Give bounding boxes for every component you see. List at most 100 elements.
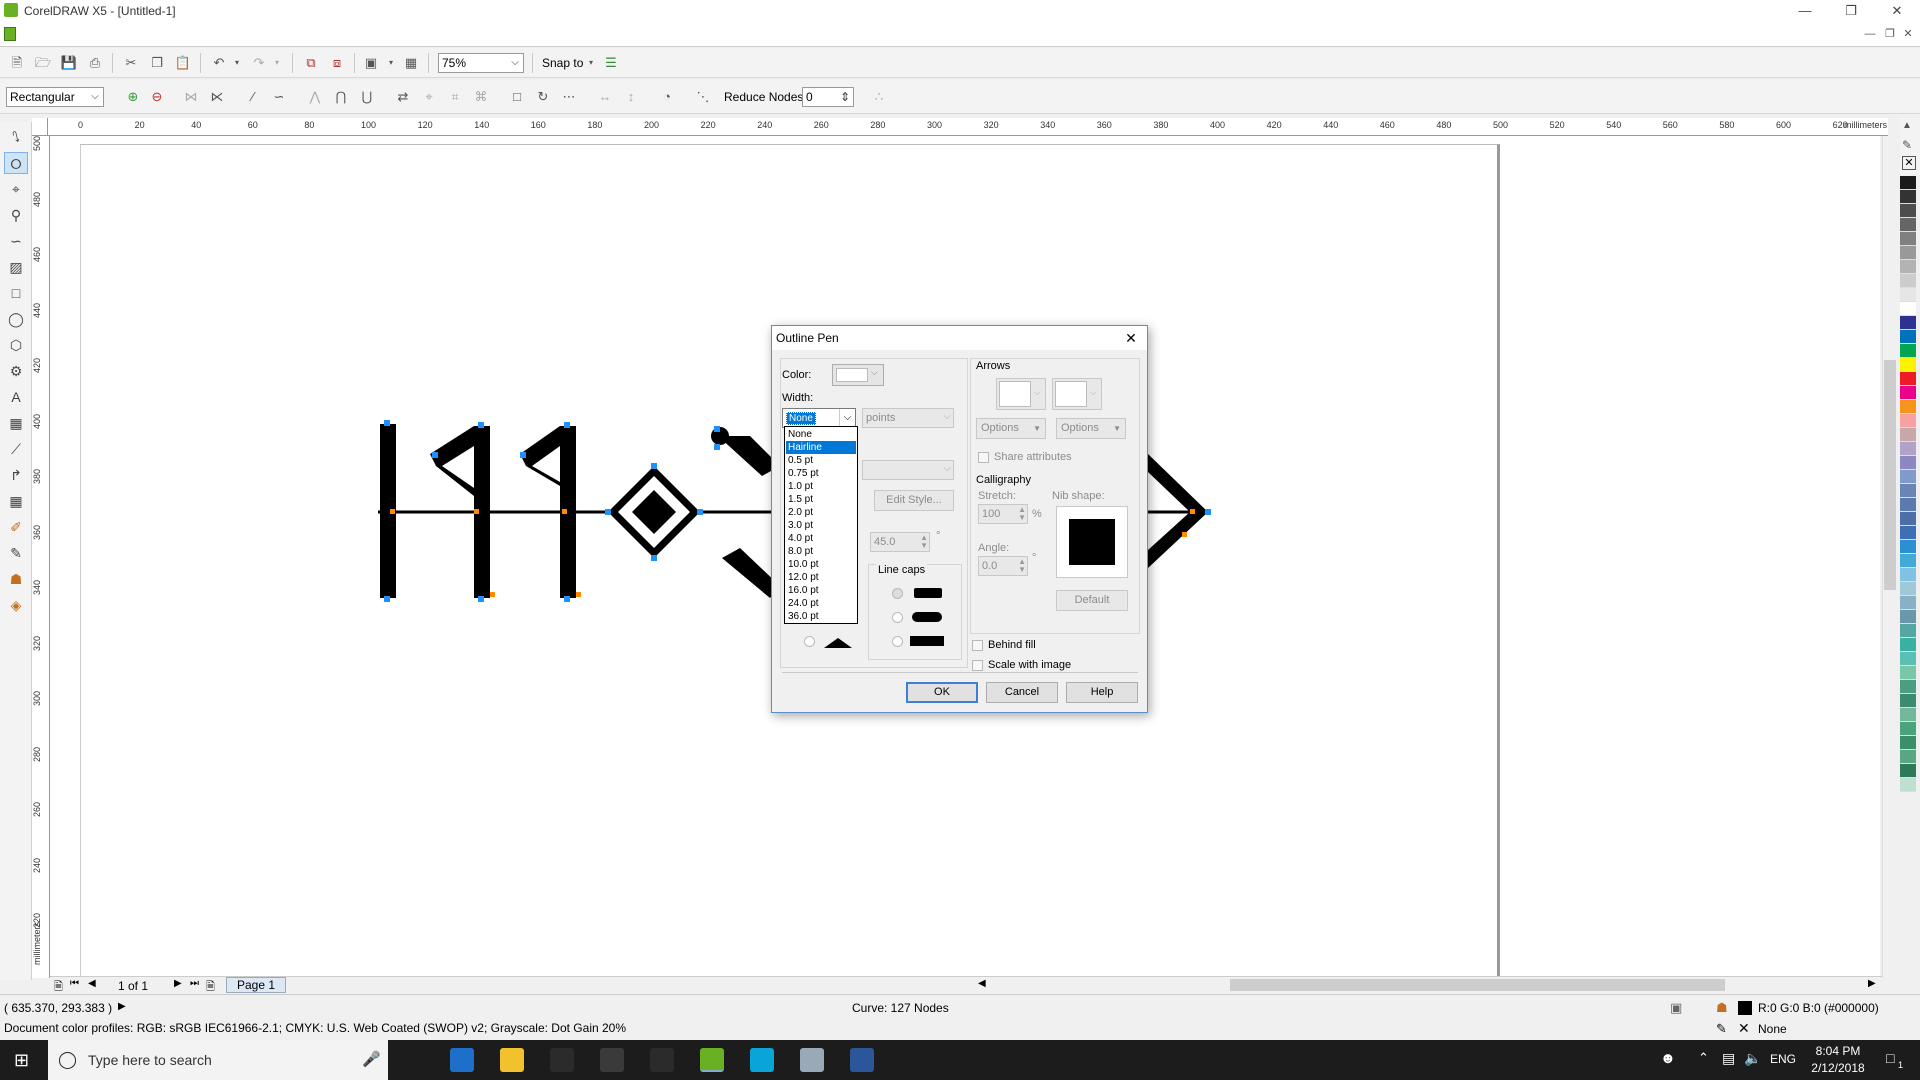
color-picker-button[interactable]: ⌵ (832, 364, 884, 386)
color-swatch[interactable] (1900, 680, 1916, 694)
outline-pen-icon[interactable]: ✎ (1716, 1021, 1727, 1037)
stepper-icon[interactable]: ▲ ▼ (920, 534, 928, 550)
color-swatch[interactable] (1900, 372, 1916, 386)
line-cap-extended-radio[interactable] (892, 636, 903, 647)
extract-subpath-icon[interactable]: ⌗ (444, 86, 466, 108)
color-swatch[interactable] (1900, 736, 1916, 750)
close-curve-icon[interactable]: ⌘ (470, 86, 492, 108)
task-view-icon[interactable] (400, 1048, 424, 1072)
width-option[interactable]: Hairline (786, 441, 856, 454)
launcher-dropdown-icon[interactable]: ▾ (380, 52, 402, 74)
width-select[interactable]: None ⌵ (782, 408, 856, 428)
cancel-button[interactable]: Cancel (986, 682, 1058, 703)
table-tool-icon[interactable]: ▦ (4, 412, 28, 434)
fill-bucket-icon[interactable]: ☗ (1716, 1000, 1728, 1016)
prev-page-icon[interactable]: ◀ (88, 978, 96, 989)
vertical-scroll-thumb[interactable] (1884, 360, 1896, 590)
smooth-node-icon[interactable]: ⋂ (330, 86, 352, 108)
stepper-icon[interactable]: ▲ ▼ (1018, 558, 1026, 574)
import-icon[interactable]: ⧉ (300, 52, 322, 74)
miter-limit-input[interactable]: 45.0 ▲ ▼ (870, 532, 930, 552)
first-page-icon[interactable]: ⏮ (70, 978, 79, 989)
connector-tool-icon[interactable]: ↱ (4, 464, 28, 486)
export-icon[interactable]: ⧈ (326, 52, 348, 74)
color-swatch[interactable] (1900, 470, 1916, 484)
paste-icon[interactable]: 📋 (172, 52, 194, 74)
color-swatch[interactable] (1900, 400, 1916, 414)
color-swatch[interactable] (1900, 554, 1916, 568)
blend-tool-icon[interactable]: ▦ (4, 490, 28, 512)
width-option[interactable]: None (786, 428, 856, 441)
color-swatch[interactable] (1900, 414, 1916, 428)
text-tool-icon[interactable]: A (4, 386, 28, 408)
crop-tool-icon[interactable]: ⌖ (4, 178, 28, 200)
color-swatch[interactable] (1900, 456, 1916, 470)
marquee-type-select[interactable]: Rectangular ⌵ (6, 87, 104, 107)
color-swatch[interactable] (1900, 302, 1916, 316)
color-swatch[interactable] (1900, 778, 1916, 792)
extend-curve-icon[interactable]: ⌖ (418, 86, 440, 108)
microphone-icon[interactable]: 🎤 (362, 1050, 381, 1068)
last-page-icon[interactable]: ⏭ (190, 978, 199, 989)
mail-icon[interactable] (650, 1048, 674, 1072)
color-swatch[interactable] (1900, 330, 1916, 344)
stretch-scale-nodes-icon[interactable]: □ (506, 86, 528, 108)
interactive-fill-tool-icon[interactable]: ◈ (4, 594, 28, 616)
color-swatch[interactable] (1900, 666, 1916, 680)
color-swatch[interactable] (1900, 218, 1916, 232)
width-option[interactable]: 2.0 pt (786, 506, 856, 519)
color-swatch[interactable] (1900, 484, 1916, 498)
save-icon[interactable]: 💾 (58, 52, 80, 74)
edit-style-button[interactable]: Edit Style... (874, 490, 954, 511)
color-swatch[interactable] (1900, 386, 1916, 400)
color-swatch[interactable] (1900, 358, 1916, 372)
document-icon[interactable] (4, 27, 16, 41)
chrome-like-icon[interactable] (800, 1048, 824, 1072)
width-option[interactable]: 1.0 pt (786, 480, 856, 493)
color-swatch[interactable] (1900, 344, 1916, 358)
basic-shapes-tool-icon[interactable]: ⚙ (4, 360, 28, 382)
undo-dropdown-icon[interactable]: ▾ (226, 52, 248, 74)
clock-date[interactable]: 2/12/2018 (1808, 1061, 1868, 1075)
color-swatch[interactable] (1900, 274, 1916, 288)
eyedropper-tool-icon[interactable]: ✐ (4, 516, 28, 538)
minimize-icon[interactable]: — (1790, 2, 1820, 20)
start-arrow-options-button[interactable]: Options ▼ (976, 418, 1046, 439)
scroll-right-icon[interactable]: ▶ (1868, 978, 1876, 989)
reduce-nodes-input[interactable]: 0 ⇕ (802, 87, 854, 107)
behind-fill-checkbox[interactable] (972, 640, 983, 651)
zoom-tool-icon[interactable]: ⚲ (4, 204, 28, 226)
redo-dropdown-icon[interactable]: ▾ (266, 52, 288, 74)
color-swatch[interactable] (1900, 316, 1916, 330)
color-swatch[interactable] (1900, 694, 1916, 708)
color-swatch[interactable] (1900, 624, 1916, 638)
horizontal-scroll-thumb[interactable] (1230, 979, 1725, 991)
color-swatch[interactable] (1900, 498, 1916, 512)
horizontal-ruler[interactable]: 0 20 40 60 80 100 120 140 160 180 200 220 240 260 280 3… (48, 118, 1888, 136)
taskbar-search[interactable]: ◯ Type here to search 🎤 (48, 1040, 388, 1080)
start-arrow-select[interactable]: ⌵ (996, 378, 1046, 410)
doc-minimize-icon[interactable]: — (1860, 26, 1880, 42)
stretch-input[interactable]: 100 ▲ ▼ (978, 504, 1028, 524)
angle-input[interactable]: 0.0 ▲ ▼ (978, 556, 1028, 576)
width-option[interactable]: 1.5 pt (786, 493, 856, 506)
page-tab[interactable]: Page 1 (226, 977, 286, 993)
width-option[interactable]: 16.0 pt (786, 584, 856, 597)
ellipse-tool-icon[interactable]: ◯ (4, 308, 28, 330)
color-swatch[interactable] (1900, 288, 1916, 302)
pick-tool-icon[interactable]: ⭛ (4, 126, 28, 148)
color-swatch[interactable] (1900, 442, 1916, 456)
edge-icon[interactable] (450, 1048, 474, 1072)
end-arrow-select[interactable]: ⌵ (1052, 378, 1102, 410)
color-swatch[interactable] (1900, 260, 1916, 274)
width-option[interactable]: 0.75 pt (786, 467, 856, 480)
fill-tool-icon[interactable]: ☗ (4, 568, 28, 590)
stepper-icon[interactable]: ▲ ▼ (1018, 506, 1026, 522)
polygon-tool-icon[interactable]: ⬡ (4, 334, 28, 356)
reflect-vertical-icon[interactable]: ↕ (620, 86, 642, 108)
color-swatch[interactable] (1900, 232, 1916, 246)
welcome-screen-icon[interactable]: ▦ (400, 52, 422, 74)
copy-icon[interactable]: ❐ (146, 52, 168, 74)
network-icon[interactable]: ▤ (1722, 1050, 1735, 1067)
start-icon[interactable]: ⊞ (14, 1050, 29, 1071)
